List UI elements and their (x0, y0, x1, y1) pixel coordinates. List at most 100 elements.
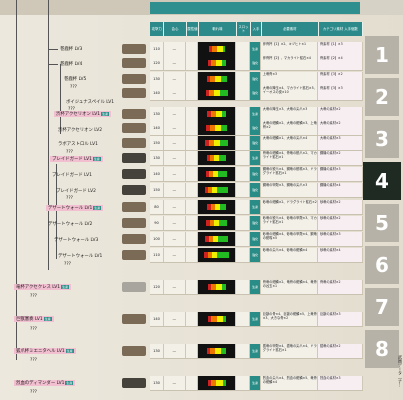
materials: 大竜の陣玉×3、大竜の尖爪×3 (260, 107, 318, 121)
tree-node[interactable]: 巻鹿杯 LV4 (60, 61, 82, 67)
unknown-node: ??? (30, 294, 37, 299)
weapon-thumbnail (122, 88, 146, 98)
element-value (185, 42, 198, 56)
weapon-thumbnail (122, 234, 146, 244)
col-get: 入手 (251, 22, 262, 36)
tree-line (48, 0, 49, 270)
category-materials: 鋼機の素材×2 (317, 151, 363, 165)
sharpness-segment (217, 187, 229, 193)
slot-value (236, 151, 251, 165)
weapon-thumbnail (122, 74, 146, 84)
tree-node[interactable]: ブレイドガード LV1 (52, 172, 92, 178)
category-materials: 大竜の素材×3 (317, 136, 363, 150)
weapon-thumbnail (122, 138, 146, 148)
crit-value: — (164, 107, 186, 121)
tab-2[interactable]: 2 (365, 78, 399, 116)
category-materials: 砂竜の素材×2 (317, 216, 363, 230)
category-materials: 砂竜の素材×2 (317, 200, 363, 214)
tree-node-craftable[interactable]: 烈血のディマンダー LV1 生産 (14, 380, 76, 386)
weapon-thumbnail (122, 218, 146, 228)
crit-value: — (164, 72, 186, 86)
attack-value: 130 (150, 72, 165, 86)
tree-node[interactable]: デザートウォール LV3 (54, 237, 98, 243)
category-materials: 烈血の素材×3 (317, 376, 363, 390)
sharpness-bar (197, 56, 237, 70)
tree-node[interactable]: 渋杯アクセリオン LV2 (58, 127, 102, 133)
tab-7[interactable]: 7 (365, 288, 399, 326)
col-sharpness: 斬れ味 (199, 22, 237, 36)
slot-value (236, 280, 251, 294)
get-method: 生産 (250, 312, 261, 326)
tree-node-craftable[interactable]: 竜杯アクセクレス LV1 生産 (14, 284, 72, 290)
tree-node-label: 渋杯アクセリオン LV1 (56, 112, 101, 117)
table-row: 120— 強化 斧骨杯【2】、マカライト鉱石×4 骨素材【2】×4 (150, 56, 363, 71)
element-value (185, 151, 198, 165)
tree-node-label: 巨獣塞奏 LV1 (16, 317, 43, 322)
slot-value (236, 183, 251, 197)
tree-node-craftable[interactable]: ブレイドガード LV1 生産 (50, 156, 103, 162)
element-value (185, 72, 198, 86)
tree-node[interactable]: ブレイドガード LV2 (56, 188, 96, 194)
sharpness-bar (197, 344, 237, 358)
table-row: 80— 生産 砂竜の紺鱗×2、ドラグライト鉱石×2 砂竜の素材×2 (150, 200, 363, 215)
crit-value: — (164, 280, 186, 294)
crit-value: — (164, 167, 186, 181)
weapon-thumbnail (122, 378, 146, 388)
sharpness-segment (215, 380, 223, 386)
attack-value: 90 (150, 216, 165, 230)
get-method: 強化 (250, 86, 261, 100)
table-row: 110— 生産 斧骨杯【1】×2、キヅヒト×1 骨素材【1】×3 (150, 42, 363, 57)
materials: 上竜骨×3 (260, 72, 318, 86)
tree-line (56, 164, 57, 259)
element-value (185, 232, 198, 246)
tab-3[interactable]: 3 (365, 120, 399, 158)
category-materials: 骨素材【1】×3 (317, 42, 363, 56)
col-attack: 攻撃力 (150, 22, 165, 36)
tree-branch (48, 49, 58, 50)
category-materials: 砂竜の素材×4 (317, 248, 363, 262)
sharpness-bar (197, 232, 237, 246)
tree-node[interactable]: デザートウォール LV2 (48, 221, 92, 227)
tree-node[interactable]: デザートウォール LV1 (58, 253, 102, 259)
slot-value (236, 72, 251, 86)
category-materials: 大竜の素材×2 (317, 121, 363, 135)
crit-value: — (164, 121, 186, 135)
tree-node[interactable]: 巻鹿杯 LV5 (64, 76, 86, 82)
materials: 斧骨杯【1】×2、キヅヒト×1 (260, 42, 318, 56)
attack-value: 120 (150, 280, 165, 294)
get-method: 強化 (250, 248, 261, 262)
sharpness-bar (197, 136, 237, 150)
weapon-thumbnail (122, 44, 146, 54)
table-row: 130— 生産 烈血の尖爪×4、烈血の紺鱗×5、竜骨の紺鱗×4 烈血の素材×3 (150, 376, 363, 391)
table-row: 140— 強化 大竜の陣玉×4、マカライト鉱石×5、イーオスの皮×10 骨素材【3】×… (150, 86, 363, 101)
materials: 烈血の尖爪×4、烈血の紺鱗×5、竜骨の紺鱗×4 (260, 376, 318, 390)
craft-tag: 生産 (92, 157, 101, 161)
crit-value: — (164, 183, 186, 197)
element-value (185, 248, 198, 262)
slot-value (236, 232, 251, 246)
tab-5[interactable]: 5 (365, 204, 399, 242)
table-row: 120— 生産 骨竜の紺鱗×2、竜骨の紺鱗×4、竜骨の凶玉×1 骨竜の素材×2 (150, 280, 363, 295)
tree-node-craftable[interactable]: 狐爪杯ミエニタヘル LV1 生産 (14, 348, 76, 354)
weapon-thumbnail (122, 169, 146, 179)
category-materials: 骨素材【3】×3 (317, 86, 363, 100)
tree-node[interactable]: 巻鹿杯 LV3 (60, 46, 82, 52)
weapon-thumbnail (122, 250, 146, 260)
tree-node-craftable[interactable]: 渋杯アクセリオン LV1 生産 (54, 111, 112, 117)
sharpness-bar (197, 216, 237, 230)
tree-node-craftable[interactable]: 巨獣塞奏 LV1 生産 (14, 316, 54, 322)
category-materials: 狐竜の素材×2 (317, 344, 363, 358)
tab-6[interactable]: 6 (365, 246, 399, 284)
weapon-thumbnail (122, 282, 146, 292)
attack-value: 110 (150, 42, 165, 56)
tree-node[interactable]: ボイジュナスペイル LV1 (66, 99, 114, 105)
tab-4[interactable]: 4 (363, 162, 401, 200)
category-materials: 砂竜の素材×3 (317, 232, 363, 246)
sharpness-bar (197, 248, 237, 262)
tree-node[interactable]: ラボアストロル LV1 (58, 141, 98, 147)
tab-1[interactable]: 1 (365, 36, 399, 74)
tree-node-craftable[interactable]: デザートウォール LV1 生産 (46, 205, 104, 211)
element-value (185, 56, 198, 70)
weapon-tree: 巻鹿杯 LV3 巻鹿杯 LV4 巻鹿杯 LV5 ??? ボイジュナスペイル LV… (0, 0, 150, 400)
unknown-node: ??? (30, 327, 37, 332)
